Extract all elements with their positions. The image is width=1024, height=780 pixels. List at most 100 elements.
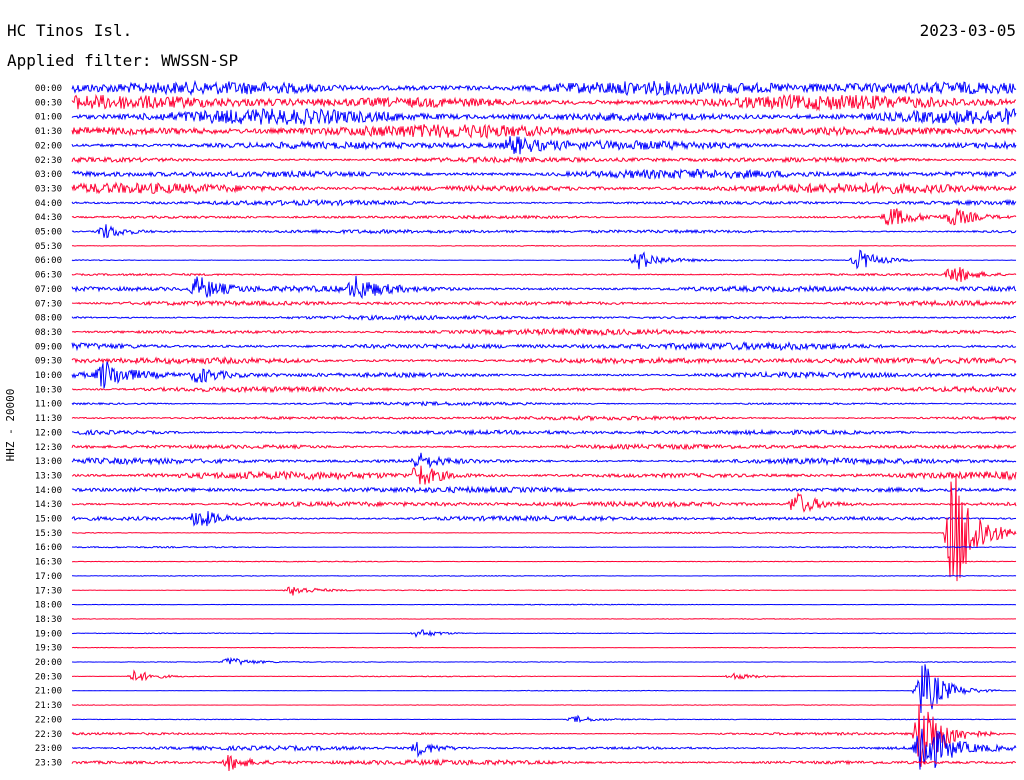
row-time-label: 19:00: [35, 629, 62, 639]
time-labels: 00:00 00:30 01:00 01:30 02:00 02:30 03:00 03:30…: [35, 84, 62, 768]
row-time-label: 20:00: [35, 658, 62, 668]
row-time-label: 23:00: [35, 744, 62, 754]
trace-row-1200: [72, 428, 1017, 436]
trace-row-1930: [71, 646, 1017, 649]
trace-row-0000: [71, 79, 1017, 97]
trace-row-1600: [72, 545, 1017, 549]
trace-row-0200: [71, 136, 1017, 155]
row-time-label: 16:00: [35, 543, 62, 553]
row-time-label: 17:30: [35, 586, 62, 596]
row-time-label: 21:00: [35, 687, 62, 697]
trace-row-1800: [72, 603, 1016, 606]
row-time-label: 05:00: [35, 228, 62, 238]
row-time-label: 01:30: [35, 127, 62, 137]
row-time-label: 15:30: [35, 529, 62, 539]
trace-row-0300: [71, 168, 1017, 180]
trace-row-1830: [71, 618, 1016, 620]
trace-row-2030: [72, 669, 1017, 682]
row-time-label: 22:30: [35, 730, 62, 740]
row-time-label: 07:30: [35, 299, 62, 309]
row-time-label: 04:30: [35, 213, 62, 223]
row-time-label: 07:00: [35, 285, 62, 295]
row-time-label: 13:30: [35, 471, 62, 481]
trace-row-0400: [71, 198, 1017, 207]
trace-row-1900: [71, 629, 1017, 639]
date-label: 2023-03-05: [920, 21, 1016, 40]
trace-row-2130: [71, 704, 1016, 706]
trace-row-0830: [71, 327, 1017, 337]
trace-row-0630: [71, 267, 1017, 282]
seismic-traces: [71, 79, 1017, 772]
row-time-label: 00:30: [35, 98, 62, 108]
trace-row-1630: [72, 560, 1017, 563]
trace-row-0430: [71, 208, 1017, 226]
row-time-label: 16:30: [35, 558, 62, 568]
row-time-label: 08:30: [35, 328, 62, 338]
row-time-label: 23:30: [35, 758, 62, 768]
trace-row-1400: [71, 485, 1017, 494]
row-time-label: 19:30: [35, 644, 62, 654]
trace-row-0800: [71, 314, 1017, 322]
trace-row-0230: [71, 155, 1017, 164]
row-time-label: 14:30: [35, 500, 62, 510]
row-time-label: 06:30: [35, 271, 62, 281]
trace-row-0900: [71, 341, 1017, 352]
trace-row-2230: [71, 704, 1017, 767]
station-title: HC Tinos Isl.: [7, 21, 132, 40]
row-time-label: 08:00: [35, 314, 62, 324]
trace-row-0930: [71, 356, 1017, 366]
row-time-label: 00:00: [35, 84, 62, 94]
trace-row-1300: [71, 452, 1017, 469]
trace-row-0600: [71, 249, 1017, 270]
row-time-label: 13:00: [35, 457, 62, 467]
trace-row-1500: [71, 511, 1017, 527]
trace-row-1100: [71, 400, 1017, 407]
trace-row-0500: [71, 224, 1017, 239]
row-time-label: 10:30: [35, 385, 62, 395]
row-time-label: 09:00: [35, 342, 62, 352]
row-time-label: 17:00: [35, 572, 62, 582]
row-time-label: 14:00: [35, 486, 62, 496]
row-time-label: 15:00: [35, 515, 62, 525]
row-time-label: 18:00: [35, 601, 62, 611]
trace-row-0100: [71, 107, 1017, 127]
row-time-label: 03:30: [35, 184, 62, 194]
filter-label: Applied filter: WWSSN-SP: [7, 51, 238, 70]
row-time-label: 05:30: [35, 242, 62, 252]
trace-row-1030: [71, 385, 1017, 394]
helicorder-plot: 00:00 00:30 01:00 01:30 02:00 02:30 03:00 03:30…: [4, 21, 1017, 772]
trace-row-2330: [71, 754, 1017, 772]
row-time-label: 02:00: [35, 141, 62, 151]
row-time-label: 02:30: [35, 156, 62, 166]
trace-row-1230: [71, 442, 1017, 451]
row-time-label: 18:30: [35, 615, 62, 625]
row-time-label: 03:00: [35, 170, 62, 180]
trace-row-2000: [72, 656, 1017, 666]
trace-row-2200: [71, 714, 1017, 723]
row-time-label: 04:00: [35, 199, 62, 209]
row-time-label: 06:00: [35, 256, 62, 266]
row-time-label: 20:30: [35, 672, 62, 682]
row-time-label: 01:00: [35, 113, 62, 123]
trace-row-1130: [71, 414, 1017, 422]
trace-row-0530: [71, 244, 1016, 247]
trace-row-1430: [71, 492, 1017, 513]
trace-row-0700: [71, 275, 1017, 300]
row-time-label: 10:00: [35, 371, 62, 381]
channel-label: HHZ - 20000: [4, 389, 17, 462]
trace-row-0130: [71, 123, 1017, 140]
row-time-label: 11:00: [35, 400, 62, 410]
trace-row-1330: [71, 465, 1017, 485]
trace-row-1000: [71, 361, 1017, 389]
row-time-label: 11:30: [35, 414, 62, 424]
row-time-label: 12:30: [35, 443, 62, 453]
trace-row-1700: [72, 574, 1017, 577]
trace-row-0030: [71, 93, 1017, 112]
trace-row-1730: [72, 586, 1017, 596]
row-time-label: 09:30: [35, 357, 62, 367]
trace-row-0730: [71, 299, 1017, 308]
trace-row-2100: [72, 664, 1017, 714]
trace-row-0330: [71, 181, 1017, 195]
row-time-label: 12:00: [35, 428, 62, 438]
row-time-label: 21:30: [35, 701, 62, 711]
